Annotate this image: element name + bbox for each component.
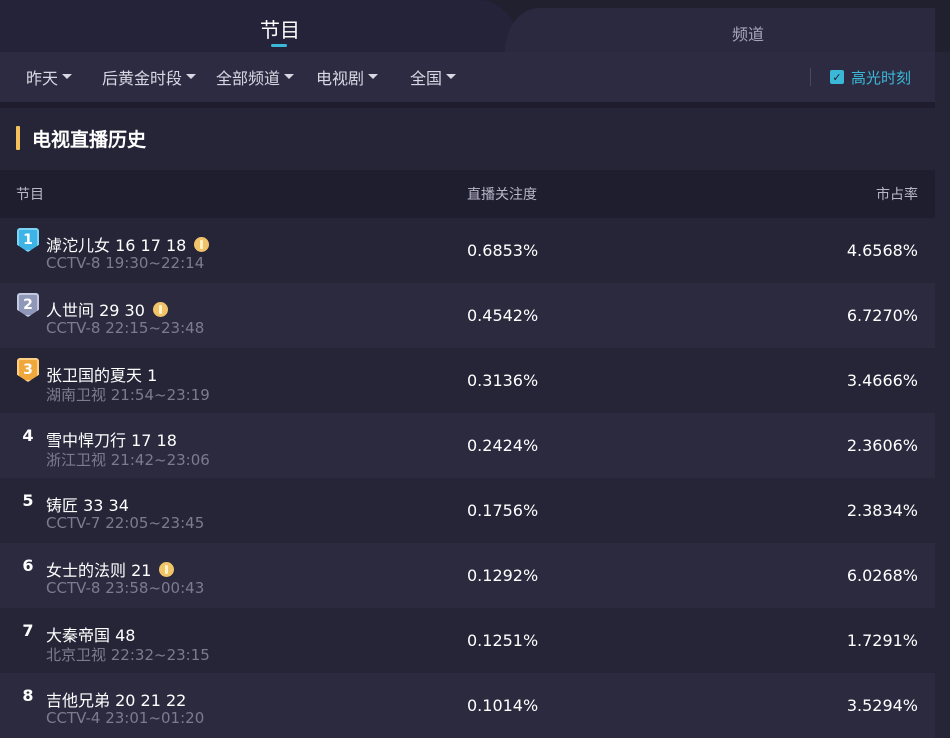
attention-value: 0.1292% <box>467 566 539 585</box>
table-row[interactable]: 3 张卫国的夏天 1 湖南卫视 21:54~23:19 0.3136% 3.46… <box>0 348 935 413</box>
checkbox-checked-icon[interactable]: ✓ <box>830 70 844 84</box>
attention-value: 0.1251% <box>467 631 539 650</box>
filter-bar: 昨天 后黄金时段 全部频道 电视剧 全国 ✓ 高光时刻 <box>0 52 935 102</box>
rank-badge: 2 <box>16 293 40 317</box>
attention-value: 0.4542% <box>467 306 539 325</box>
program-title: 大秦帝国 48 <box>46 626 136 645</box>
genre-filter-dropdown[interactable]: 电视剧 <box>316 52 379 102</box>
program-channel-time: 湖南卫视 21:54~23:19 <box>46 386 210 404</box>
table-row[interactable]: 1 滹沱儿女 16 17 18 CCTV-8 19:30~22:14 0.685… <box>0 218 935 283</box>
table-row[interactable]: 4 雪中悍刀行 17 18 浙江卫视 21:42~23:06 0.2424% 2… <box>0 413 935 478</box>
share-value: 3.5294% <box>846 696 918 715</box>
table-row[interactable]: 8 吉他兄弟 20 21 22 CCTV-4 23:01~01:20 0.101… <box>0 673 935 738</box>
section-title: 电视直播历史 <box>32 128 147 151</box>
chevron-down-icon <box>368 73 379 79</box>
filter-divider <box>810 68 811 86</box>
scrollbar-track[interactable] <box>935 52 950 723</box>
attention-value: 0.6853% <box>467 241 539 260</box>
column-header-share[interactable]: 市占率 <box>876 170 918 218</box>
rank-badge: 1 <box>16 228 40 252</box>
title-accent-bar <box>16 126 20 150</box>
date-filter-dropdown[interactable]: 昨天 <box>26 52 73 102</box>
share-value: 1.7291% <box>846 631 918 650</box>
program-title: 人世间 29 30 <box>46 301 145 320</box>
ranking-list: 1 滹沱儿女 16 17 18 CCTV-8 19:30~22:14 0.685… <box>0 218 935 738</box>
attention-value: 0.1756% <box>467 501 539 520</box>
genre-filter-label: 电视剧 <box>316 69 365 88</box>
program-channel-time: 北京卫视 22:32~23:15 <box>46 646 210 664</box>
chevron-down-icon <box>284 73 295 79</box>
rank-number: 8 <box>22 685 34 705</box>
highlight-toggle[interactable]: ✓ 高光时刻 <box>830 52 911 102</box>
active-tab-indicator <box>271 44 287 47</box>
program-title: 吉他兄弟 20 21 22 <box>46 691 187 710</box>
rank-badge: 3 <box>16 358 40 382</box>
table-row[interactable]: 7 大秦帝国 48 北京卫视 22:32~23:15 0.1251% 1.729… <box>0 608 935 673</box>
program-name: 滹沱儿女 16 17 18 <box>46 232 210 256</box>
attention-value: 0.3136% <box>467 371 539 390</box>
medal-second-icon: 2 <box>17 293 39 317</box>
chevron-down-icon <box>446 73 457 79</box>
program-channel-time: CCTV-8 19:30~22:14 <box>46 254 205 272</box>
rank-number: 6 <box>22 555 34 575</box>
program-title: 雪中悍刀行 17 18 <box>46 431 177 450</box>
coin-icon <box>159 561 175 577</box>
coin-icon <box>194 236 210 252</box>
program-channel-time: CCTV-8 22:15~23:48 <box>46 319 205 337</box>
table-header: 节目 直播关注度 市占率 <box>0 170 935 218</box>
program-name: 人世间 29 30 <box>46 297 168 321</box>
program-title: 女士的法则 21 <box>46 561 152 580</box>
highlight-label: 高光时刻 <box>851 68 912 87</box>
column-header-program: 节目 <box>16 187 44 203</box>
program-title: 铸匠 33 34 <box>46 496 129 515</box>
rank-number: 7 <box>22 620 34 640</box>
section-header: 电视直播历史 <box>16 126 147 151</box>
medal-first-icon: 1 <box>17 228 39 252</box>
share-value: 4.6568% <box>846 241 918 260</box>
attention-value: 0.2424% <box>467 436 539 455</box>
program-channel-time: CCTV-8 23:58~00:43 <box>46 579 205 597</box>
channel-filter-label: 全部频道 <box>216 69 281 88</box>
rank-number: 4 <box>22 425 34 445</box>
table-row[interactable]: 5 铸匠 33 34 CCTV-7 22:05~23:45 0.1756% 2.… <box>0 478 935 543</box>
program-name: 吉他兄弟 20 21 22 <box>46 687 186 711</box>
program-title: 滹沱儿女 16 17 18 <box>46 236 187 255</box>
column-header-attention[interactable]: 直播关注度 <box>467 170 537 218</box>
program-name: 大秦帝国 48 <box>46 622 135 646</box>
program-name: 女士的法则 21 <box>46 557 175 581</box>
rank-number: 5 <box>22 490 34 510</box>
table-row[interactable]: 2 人世间 29 30 CCTV-8 22:15~23:48 0.4542% 6… <box>0 283 935 348</box>
share-value: 2.3834% <box>846 501 918 520</box>
timeslot-filter-dropdown[interactable]: 后黄金时段 <box>102 52 197 102</box>
region-filter-dropdown[interactable]: 全国 <box>410 52 457 102</box>
program-name: 雪中悍刀行 17 18 <box>46 427 177 451</box>
share-value: 6.0268% <box>846 566 918 585</box>
program-channel-time: CCTV-7 22:05~23:45 <box>46 514 205 532</box>
timeslot-filter-label: 后黄金时段 <box>102 69 183 88</box>
program-name: 铸匠 33 34 <box>46 492 129 516</box>
coin-icon <box>152 301 168 317</box>
share-value: 6.7270% <box>846 306 918 325</box>
attention-value: 0.1014% <box>467 696 539 715</box>
channel-filter-dropdown[interactable]: 全部频道 <box>216 52 295 102</box>
share-value: 3.4666% <box>846 371 918 390</box>
share-value: 2.3606% <box>846 436 918 455</box>
chevron-down-icon <box>186 73 197 79</box>
date-filter-label: 昨天 <box>26 69 59 88</box>
chevron-down-icon <box>62 73 73 79</box>
program-title: 张卫国的夏天 1 <box>46 366 158 385</box>
table-row[interactable]: 6 女士的法则 21 CCTV-8 23:58~00:43 0.1292% 6.… <box>0 543 935 608</box>
program-name: 张卫国的夏天 1 <box>46 362 157 386</box>
program-channel-time: 浙江卫视 21:42~23:06 <box>46 451 210 469</box>
program-channel-time: CCTV-4 23:01~01:20 <box>46 709 205 727</box>
region-filter-label: 全国 <box>410 69 443 88</box>
filter-bar-shadow <box>0 102 935 108</box>
top-tab-bar: 节目 频道 <box>0 0 950 52</box>
tab-channels[interactable]: 频道 <box>708 0 788 52</box>
medal-third-icon: 3 <box>17 358 39 382</box>
